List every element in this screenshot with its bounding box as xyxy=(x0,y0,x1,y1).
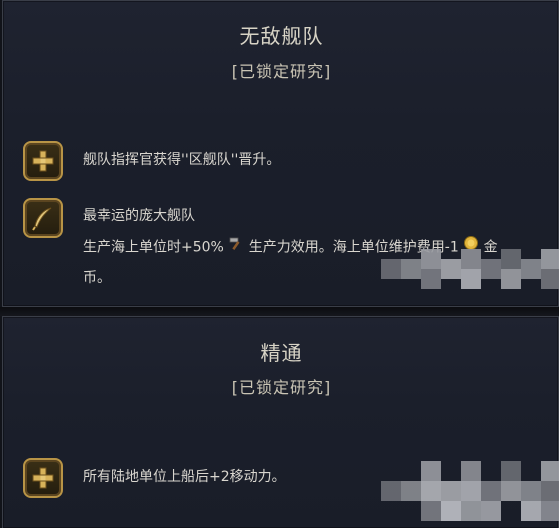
quill-icon xyxy=(23,198,63,238)
civic-panel-mastery: 精通 [已锁定研究] 所有陆地单位上船后+2移动力。 xyxy=(2,316,559,528)
civic-panel-invincible-armada: 无敌舰队 [已锁定研究] 舰队指挥官获得''区舰队''晋升。 最幸运的庞大舰队 … xyxy=(2,0,559,307)
ability-heading: 最幸运的庞大舰队 xyxy=(83,208,195,224)
tooltip-page: 无敌舰队 [已锁定研究] 舰队指挥官获得''区舰队''晋升。 最幸运的庞大舰队 … xyxy=(0,0,559,528)
pixelated-overlay xyxy=(381,461,559,521)
production-hammer-icon xyxy=(228,235,244,260)
bonus-text: 所有陆地单位上船后+2移动力。 xyxy=(83,469,286,485)
locked-research-label: [已锁定研究] xyxy=(231,378,332,397)
ability-text-part: 生产海上单位时+50% xyxy=(83,239,224,256)
panel-title: 无敌舰队 xyxy=(239,24,324,48)
locked-research-label: [已锁定研究] xyxy=(231,62,332,81)
panel-divider xyxy=(0,307,559,316)
plus-icon xyxy=(23,458,63,498)
pixelated-overlay xyxy=(381,249,559,289)
plus-icon xyxy=(23,141,63,181)
bonus-text: 舰队指挥官获得''区舰队''晋升。 xyxy=(83,152,281,168)
ability-description-line: 币。 xyxy=(83,270,111,286)
panel-title: 精通 xyxy=(260,341,303,365)
